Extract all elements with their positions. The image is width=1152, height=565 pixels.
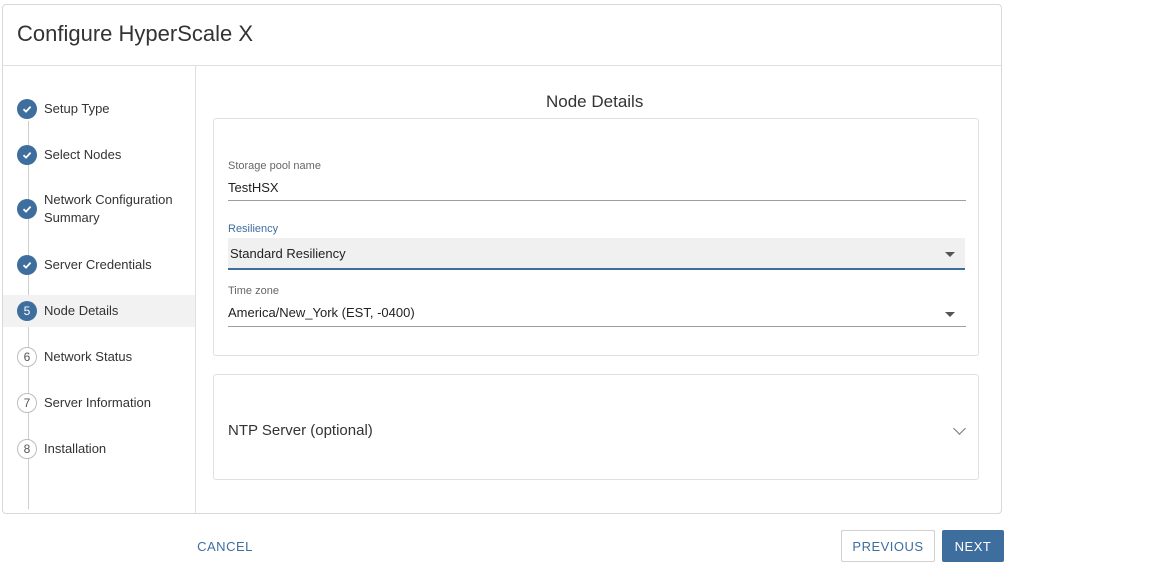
step-number: 6 [17,347,37,367]
step-number: 7 [17,393,37,413]
time-zone-underline [228,326,966,327]
ntp-server-panel[interactable]: NTP Server (optional) [213,374,979,480]
step-select-nodes[interactable]: Select Nodes [3,143,195,167]
step-label: Node Details [44,303,119,318]
storage-pool-name-label: Storage pool name [228,160,321,172]
check-icon [17,255,37,275]
step-server-credentials[interactable]: Server Credentials [3,253,195,277]
next-button[interactable]: NEXT [942,530,1004,562]
step-server-information[interactable]: 7 Server Information [3,391,195,415]
ntp-server-title: NTP Server (optional) [228,422,373,439]
step-label: Setup Type [44,101,110,116]
step-label: Select Nodes [44,147,122,162]
resiliency-value: Standard Resiliency [230,246,346,261]
check-icon [17,199,37,219]
wizard-steps-sidebar: Setup Type Select Nodes Network Configur… [3,65,196,513]
step-number: 5 [17,301,37,321]
check-icon [17,99,37,119]
page-title: Node Details [546,92,644,111]
step-setup-type[interactable]: Setup Type [3,97,195,121]
check-icon [17,145,37,165]
resiliency-select[interactable]: Standard Resiliency [228,238,965,270]
step-label: Server Credentials [44,257,152,272]
chevron-down-icon[interactable] [953,422,966,435]
step-label: Installation [44,441,107,456]
storage-pool-underline [228,200,966,201]
step-installation[interactable]: 8 Installation [3,437,195,461]
storage-pool-name-input[interactable]: TestHSX [228,180,966,200]
dropdown-arrow-icon [945,312,955,317]
resiliency-label: Resiliency [228,223,279,235]
dialog-title: Configure HyperScale X [17,21,254,46]
step-node-details[interactable]: 5 Node Details [3,295,195,327]
step-label: Network Configuration Summary [44,192,173,225]
dropdown-arrow-icon [945,252,955,257]
step-label: Network Status [44,349,133,364]
step-network-status[interactable]: 6 Network Status [3,345,195,369]
step-label: Server Information [44,395,151,410]
node-details-card: Storage pool name TestHSX Resiliency Sta… [213,118,979,356]
cancel-button[interactable]: CANCEL [192,531,258,561]
step-network-configuration-summary[interactable]: Network Configuration Summary [3,189,195,229]
dialog-header: Configure HyperScale X [3,5,1001,66]
time-zone-select[interactable]: America/New_York (EST, -0400) [228,305,966,325]
previous-button[interactable]: PREVIOUS [841,530,935,562]
step-number: 8 [17,439,37,459]
time-zone-label: Time zone [228,285,279,297]
